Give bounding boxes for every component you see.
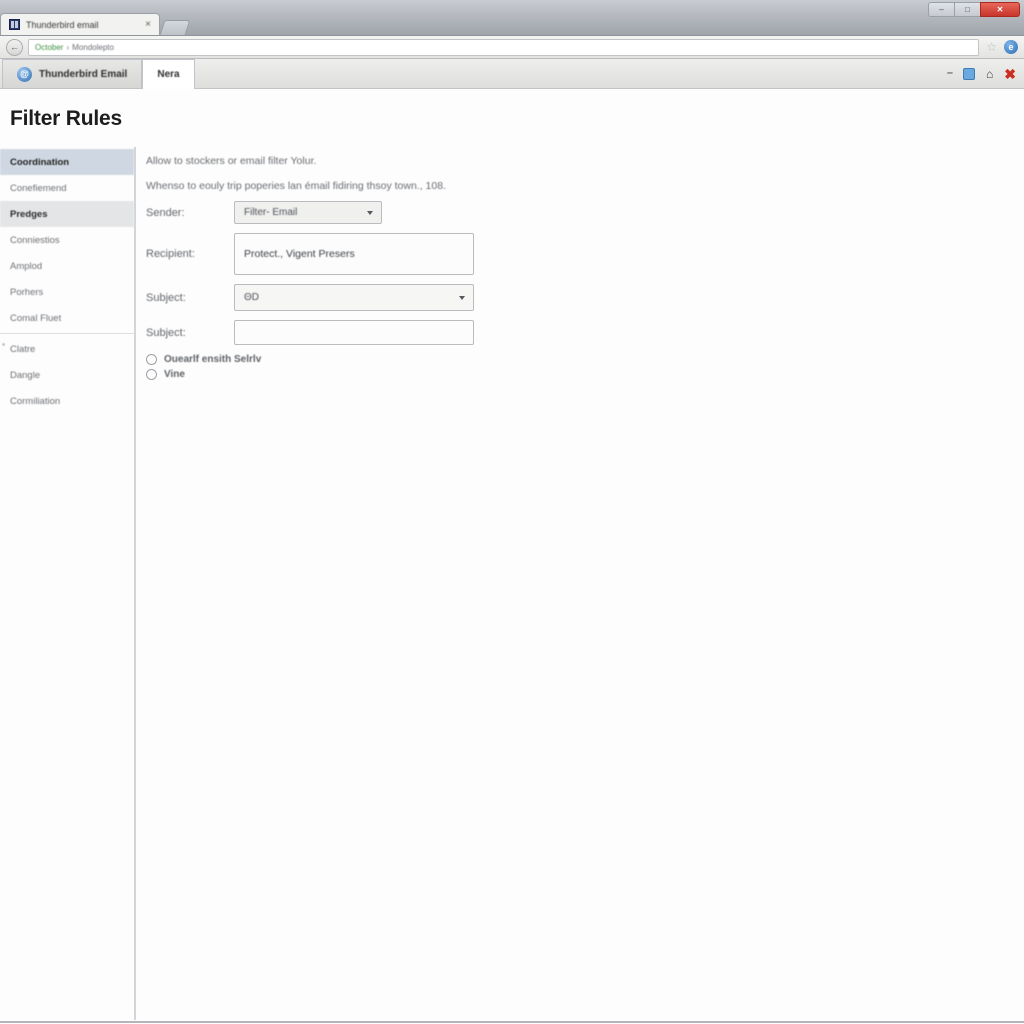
app-tabstrip: @ Thunderbird Email Nera – ⌂ ✖: [0, 59, 1024, 89]
radio-button-2[interactable]: [146, 369, 157, 380]
sidebar-item-label: Predges: [10, 208, 48, 220]
browser-tabstrip: Thunderbird email ×: [0, 11, 191, 35]
home-icon[interactable]: ⌂: [986, 68, 993, 80]
radio-button-1[interactable]: [146, 354, 157, 365]
url-path-text: Mondolepto: [72, 42, 114, 52]
sidebar-item-porhers[interactable]: Porhers: [0, 279, 134, 305]
sidebar-item-conniestios[interactable]: Conniestios: [0, 227, 134, 253]
sidebar-item-amplod[interactable]: Amplod: [0, 253, 134, 279]
radio-row-1[interactable]: Ouearlf ensith Selrlv: [146, 354, 1024, 365]
radio-row-2[interactable]: Vine: [146, 369, 1024, 380]
subject-select-control: ΘD: [234, 284, 474, 311]
content-area: Coordination Conefiemend Predges Connies…: [0, 147, 1024, 1020]
sidebar-item-conefiemend[interactable]: Conefiemend: [0, 175, 134, 201]
page-body: Filter Rules Coordination Conefiemend Pr…: [0, 89, 1024, 1023]
sidebar-item-clatre[interactable]: * Clatre: [0, 336, 134, 362]
app-minimize-icon[interactable]: –: [947, 68, 953, 79]
sidebar: Coordination Conefiemend Predges Connies…: [0, 147, 136, 1020]
sidebar-item-cormiliation[interactable]: Cormiliation: [0, 388, 134, 414]
app-window-controls: – ⌂ ✖: [947, 67, 1016, 81]
radio-label-2: Vine: [164, 369, 185, 380]
window-controls: – □ ✕: [928, 2, 1020, 17]
mail-icon: @: [17, 66, 32, 82]
subject-select[interactable]: ΘD: [234, 284, 474, 311]
sidebar-item-label: Dangle: [10, 369, 41, 381]
minimize-button[interactable]: –: [928, 2, 954, 17]
extension-icon[interactable]: e: [1004, 40, 1018, 54]
sender-control: Filter- Email: [234, 201, 382, 224]
subject-select-label: Subject:: [146, 291, 186, 304]
sidebar-item-label: Conniestios: [10, 234, 60, 246]
recipient-input[interactable]: Protect., Vigent Presers: [234, 233, 474, 275]
intro-text-1: Allow to stockers or email filter Yolur.: [146, 155, 317, 167]
star-icon[interactable]: ☆: [986, 41, 997, 53]
chevron-down-icon: [459, 295, 465, 300]
radio-label-1: Ouearlf ensith Selrlv: [164, 354, 262, 365]
main-panel: Allow to stockers or email filter Yolur.…: [136, 147, 1024, 1020]
sidebar-item-label: Amplod: [10, 260, 43, 272]
address-bar-icons: ☆ e: [986, 40, 1018, 54]
sidebar-item-predges[interactable]: Predges: [0, 201, 134, 227]
app-tab-nera[interactable]: Nera: [142, 59, 195, 89]
app-tab-label: Thunderbird Email: [39, 68, 128, 80]
intro-text-2: Whenso to eouly trip poperies lan émail …: [146, 180, 446, 192]
close-button[interactable]: ✕: [980, 2, 1020, 17]
browser-tab[interactable]: Thunderbird email ×: [0, 13, 160, 35]
sidebar-item-coordination[interactable]: Coordination: [0, 149, 134, 175]
browser-titlebar: Thunderbird email × – □ ✕: [0, 0, 1024, 36]
asterisk-icon: *: [2, 342, 6, 351]
back-arrow-icon[interactable]: ←: [6, 38, 23, 56]
sidebar-divider: [0, 333, 134, 334]
subject-text-control: [234, 320, 474, 345]
recipient-control: Protect., Vigent Presers: [234, 233, 474, 275]
browser-tab-title: Thunderbird email: [26, 19, 99, 30]
app-close-icon[interactable]: ✖: [1004, 67, 1016, 81]
app-maximize-icon[interactable]: [963, 67, 976, 80]
page-title: Filter Rules: [10, 107, 122, 130]
subject-input[interactable]: [234, 320, 474, 345]
sidebar-item-label: Conefiemend: [10, 182, 67, 194]
url-input[interactable]: October › Mondolepto: [28, 38, 980, 56]
field-row-sender: Sender: Filter- Email: [146, 201, 1024, 224]
app-favicon-icon: [9, 19, 20, 30]
subject-select-value: ΘD: [244, 292, 259, 303]
chevron-down-icon: [367, 210, 373, 215]
field-row-subject-text: Subject:: [146, 320, 1024, 345]
url-secure-text: October: [35, 42, 64, 52]
maximize-button[interactable]: □: [954, 2, 980, 17]
sidebar-item-label: Clatre: [10, 343, 36, 355]
recipient-label: Recipient:: [146, 248, 195, 260]
field-row-recipient: Recipient: Protect., Vigent Presers: [146, 233, 1024, 275]
sidebar-item-dangle[interactable]: Dangle: [0, 362, 134, 388]
app-tab-label: Nera: [157, 69, 180, 80]
sidebar-item-label: Porhers: [10, 286, 44, 298]
url-separator: ›: [66, 42, 70, 52]
sender-label: Sender:: [146, 206, 185, 219]
field-row-subject-select: Subject: ΘD: [146, 284, 1024, 311]
sidebar-item-label: Comal Fluet: [10, 312, 62, 324]
sidebar-item-label: Coordination: [10, 156, 70, 168]
new-tab-button[interactable]: [159, 20, 191, 35]
sidebar-item-label: Cormiliation: [10, 395, 61, 407]
recipient-value: Protect., Vigent Presers: [244, 248, 355, 260]
sender-value: Filter- Email: [244, 207, 298, 218]
app-tab-mail[interactable]: @ Thunderbird Email: [2, 59, 143, 88]
sender-select[interactable]: Filter- Email: [234, 201, 382, 224]
close-icon[interactable]: ×: [145, 19, 151, 30]
subject-text-label: Subject:: [146, 326, 186, 339]
address-bar: ← October › Mondolepto ☆ e: [0, 36, 1024, 59]
sidebar-item-comal-fluet[interactable]: Comal Fluet: [0, 305, 134, 331]
